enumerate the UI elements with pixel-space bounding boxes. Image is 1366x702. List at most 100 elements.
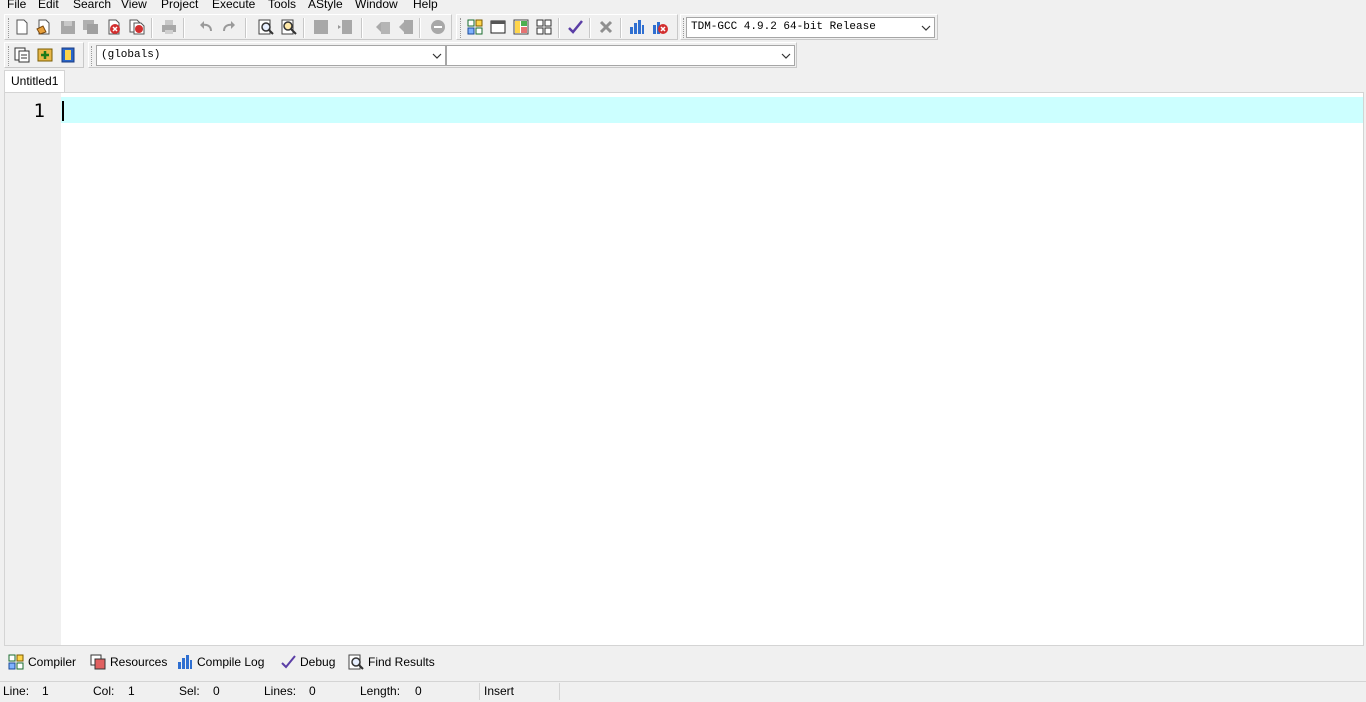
compiler-select-value: TDM-GCC 4.9.2 64-bit Release	[691, 21, 876, 33]
find-icon	[348, 654, 364, 670]
chevron-down-icon[interactable]	[920, 18, 932, 37]
status-sel-label: Sel:	[179, 684, 200, 698]
redo-button[interactable]	[220, 18, 238, 36]
goto-line-icon	[431, 20, 445, 34]
tab-untitled1[interactable]: Untitled1	[4, 70, 66, 92]
menu-file[interactable]: File	[7, 0, 26, 12]
bar-chart-icon	[177, 654, 193, 670]
status-sel-value: 0	[213, 684, 220, 698]
open-file-icon	[36, 19, 50, 35]
save-button[interactable]	[59, 18, 77, 36]
close-file-button[interactable]	[105, 18, 123, 36]
find-button[interactable]	[257, 18, 275, 36]
menu-view[interactable]: View	[121, 0, 147, 12]
new-file-button[interactable]	[13, 18, 31, 36]
toggle-bookmark-button[interactable]	[374, 18, 392, 36]
unindent-button[interactable]	[336, 18, 354, 36]
new-file-icon	[16, 19, 28, 35]
status-insert-mode: Insert	[484, 684, 515, 698]
scope-select-value: (globals)	[101, 49, 161, 61]
menu-window[interactable]: Window	[355, 0, 398, 12]
status-col-label: Col:	[93, 684, 115, 698]
project-options-button[interactable]	[13, 46, 31, 64]
compiler-select[interactable]: TDM-GCC 4.9.2 64-bit Release	[686, 17, 935, 38]
profile-button[interactable]	[628, 18, 646, 36]
toolbar-grip[interactable]	[8, 18, 11, 38]
checkmark-icon	[280, 654, 296, 670]
compiler-toolbar: TDM-GCC 4.9.2 64-bit Release	[680, 14, 938, 40]
toolbar-grip[interactable]	[91, 46, 94, 66]
current-line-highlight[interactable]	[61, 97, 1363, 123]
new-project-button[interactable]	[466, 18, 484, 36]
toolbar-separator	[419, 18, 421, 38]
project-grid-icon	[467, 19, 483, 35]
scope-select[interactable]: (globals)	[96, 45, 446, 66]
remove-from-project-button[interactable]	[59, 46, 77, 64]
tab-resources[interactable]: Resources	[86, 651, 171, 672]
menu-execute[interactable]: Execute	[212, 0, 255, 12]
status-line-label: Line:	[3, 684, 30, 698]
indent-icon	[314, 20, 328, 34]
menu-bar: File Edit Search View Project Execute To…	[0, 0, 1366, 12]
tab-find-results[interactable]: Find Results	[344, 651, 439, 672]
class-scope-toolbar: (globals)	[88, 42, 797, 68]
goto-bookmark-button[interactable]	[397, 18, 415, 36]
toolbar-separator	[361, 18, 363, 38]
status-separator	[559, 683, 560, 700]
tab-debug[interactable]: Debug	[276, 651, 339, 672]
project-toolbar	[4, 42, 84, 68]
add-to-project-button[interactable]	[36, 46, 54, 64]
toolbar-grip[interactable]	[460, 18, 463, 38]
replace-button[interactable]	[280, 18, 298, 36]
chevron-down-icon[interactable]	[431, 46, 443, 65]
compile-toolbar	[456, 14, 678, 40]
bottom-panel-tabs: Compiler Resources Compile Log Debug Fin…	[0, 650, 1366, 672]
status-length-value: 0	[415, 684, 422, 698]
member-select[interactable]	[446, 45, 795, 66]
print-icon	[162, 20, 176, 34]
close-all-icon	[129, 19, 145, 35]
undo-button[interactable]	[197, 18, 215, 36]
status-bar: Line: 1 Col: 1 Sel: 0 Lines: 0 Length: 0…	[0, 681, 1366, 702]
goto-line-button[interactable]	[429, 18, 447, 36]
checkmark-icon	[568, 20, 583, 34]
menu-project[interactable]: Project	[161, 0, 198, 12]
menu-tools[interactable]: Tools	[268, 0, 296, 12]
resources-icon	[90, 654, 106, 670]
chevron-down-icon[interactable]	[780, 46, 792, 65]
code-editor[interactable]: 1	[4, 92, 1364, 646]
status-length-label: Length:	[360, 684, 401, 698]
toolbar-separator	[151, 18, 153, 38]
tile-icon	[536, 19, 552, 35]
menu-astyle[interactable]: AStyle	[308, 0, 343, 12]
editor-tab-strip: Untitled1	[0, 70, 1366, 92]
window-layout-button[interactable]	[489, 18, 507, 36]
close-all-button[interactable]	[128, 18, 146, 36]
main-toolbar	[4, 14, 452, 40]
open-file-button[interactable]	[35, 18, 53, 36]
print-button[interactable]	[160, 18, 178, 36]
menu-search[interactable]: Search	[73, 0, 111, 12]
window-icon	[490, 20, 506, 34]
syntax-check-button[interactable]	[566, 18, 584, 36]
delete-profile-icon	[653, 22, 668, 34]
project-options-icon	[14, 47, 30, 63]
status-line-value: 1	[42, 684, 49, 698]
menu-help[interactable]: Help	[413, 0, 438, 12]
tab-compile-log[interactable]: Compile Log	[173, 651, 268, 672]
tile-windows-button[interactable]	[535, 18, 553, 36]
stop-execution-button[interactable]	[597, 18, 615, 36]
toolbar-grip[interactable]	[8, 46, 11, 66]
status-lines-value: 0	[309, 684, 316, 698]
toolbar-separator	[558, 18, 560, 38]
text-caret	[62, 101, 64, 121]
save-all-button[interactable]	[82, 18, 100, 36]
indent-button[interactable]	[312, 18, 330, 36]
tab-compile-log-label: Compile Log	[197, 654, 265, 669]
class-browser-button[interactable]	[512, 18, 530, 36]
toolbar-separator	[183, 18, 185, 38]
delete-profile-button[interactable]	[651, 18, 669, 36]
menu-edit[interactable]: Edit	[38, 0, 59, 12]
tab-compiler[interactable]: Compiler	[4, 651, 80, 672]
tab-find-results-label: Find Results	[368, 654, 435, 669]
